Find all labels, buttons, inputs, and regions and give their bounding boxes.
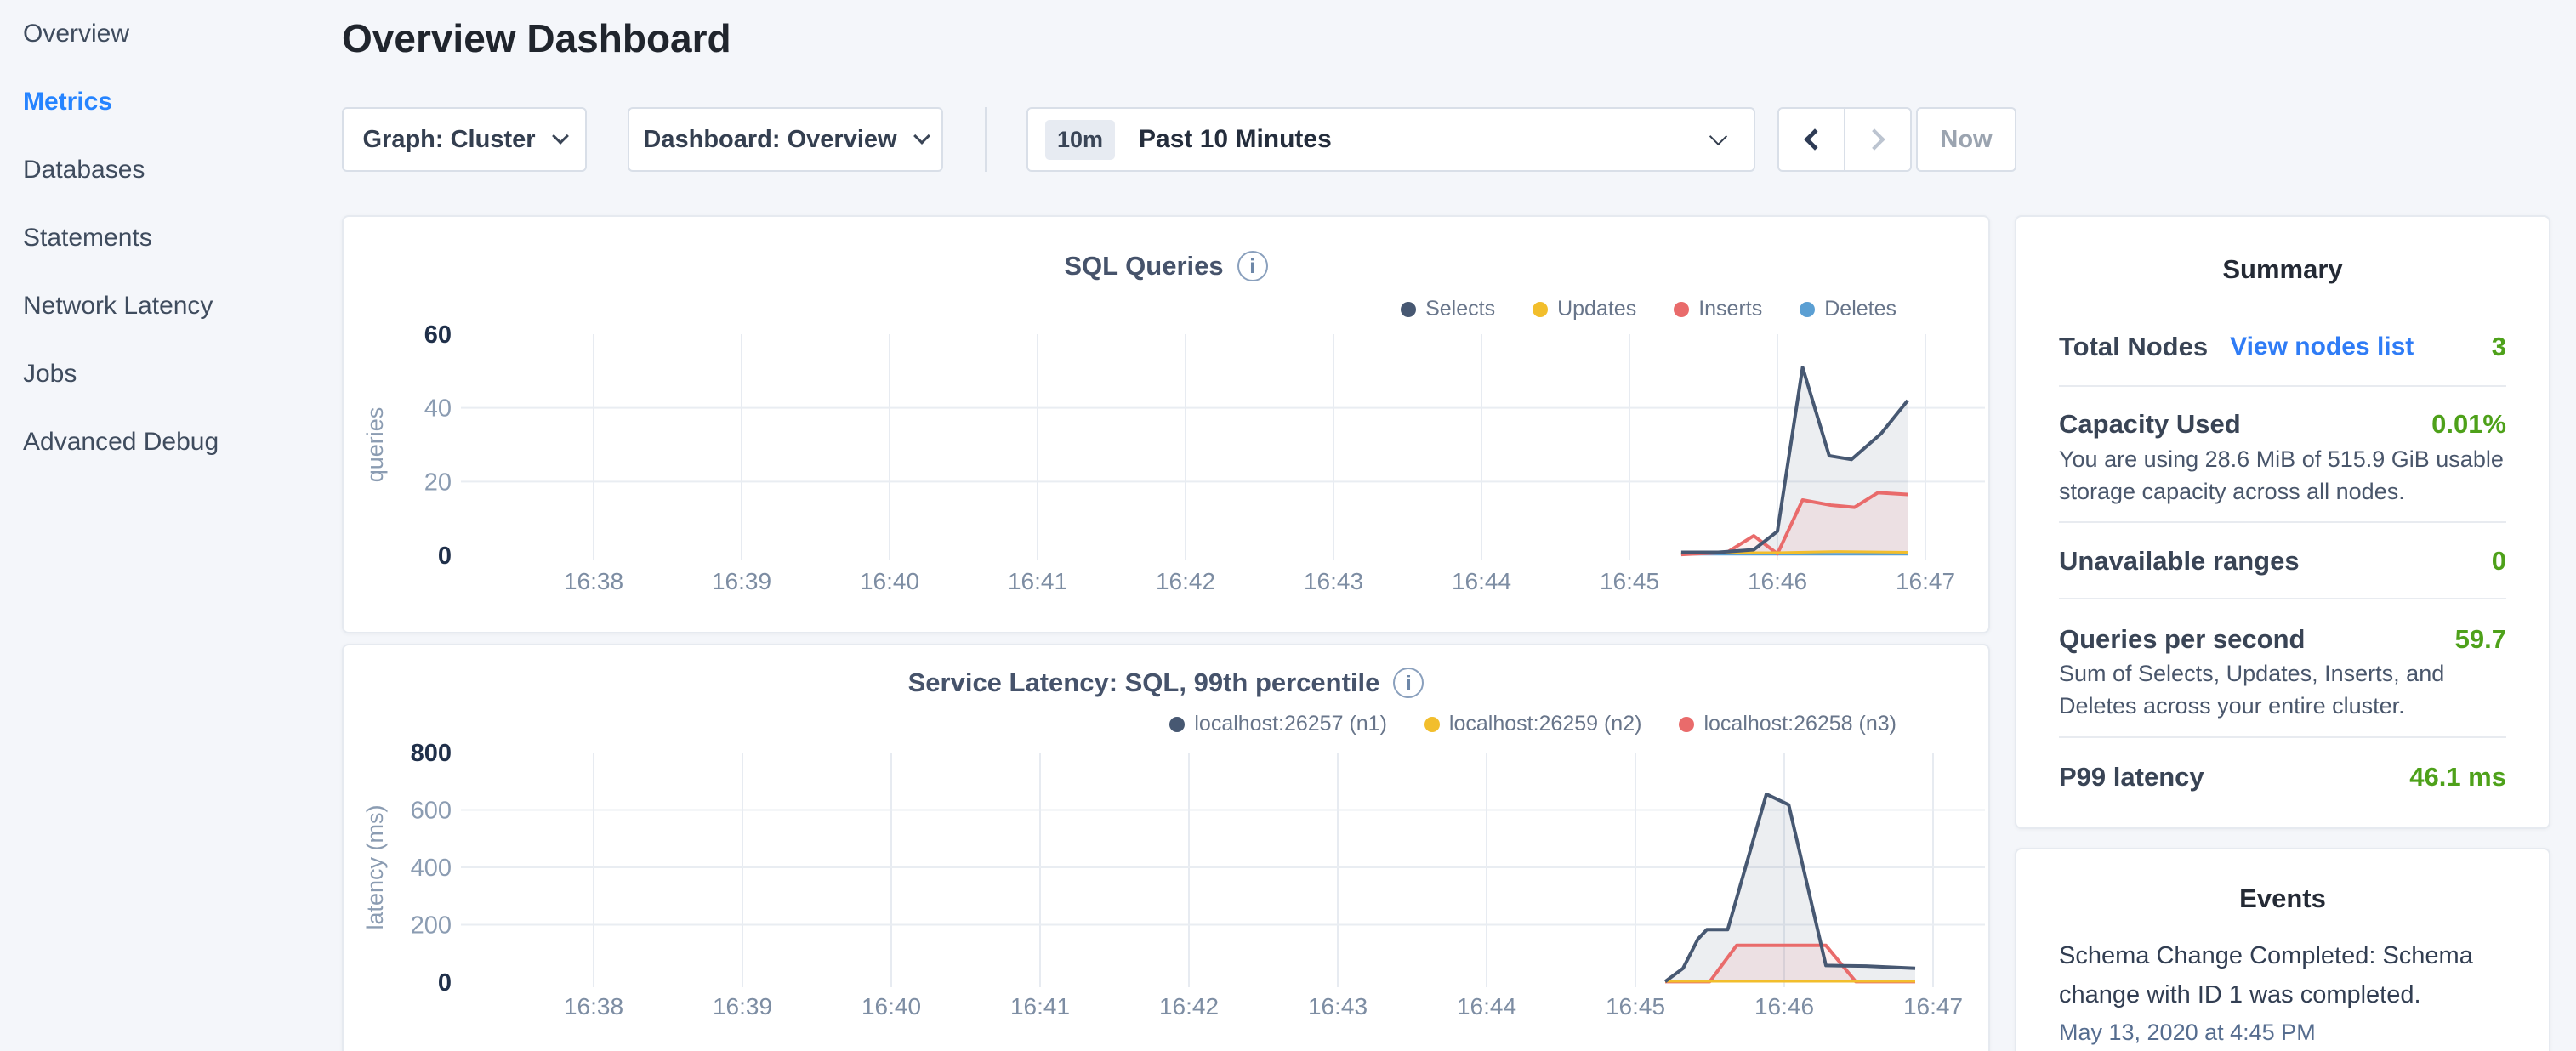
x-tick-label: 16:40 <box>862 993 921 1020</box>
x-tick-label: 16:44 <box>1452 568 1511 594</box>
service-latency-plot[interactable]: 16:38 16:39 16:40 16:41 16:42 16:43 16:44 16:45… <box>344 645 1992 1051</box>
unavailable-ranges-label: Unavailable ranges <box>2059 546 2300 577</box>
summary-row-unavailable-ranges: Unavailable ranges 0 <box>2059 542 2506 581</box>
sql-queries-chart-card: SQL Queries i Selects Updates Inserts De… <box>342 215 1990 633</box>
view-nodes-list-link[interactable]: View nodes list <box>2230 332 2414 361</box>
sidebar-item-overview[interactable]: Overview <box>0 0 340 68</box>
p99-latency-value: 46.1 ms <box>2409 762 2506 793</box>
dashboard-dropdown-label: Dashboard: Overview <box>643 126 896 154</box>
controls-bar: Graph: Cluster Dashboard: Overview 10m P… <box>342 107 2017 172</box>
capacity-used-value: 0.01% <box>2431 409 2506 440</box>
summary-divider <box>2059 521 2506 523</box>
chevron-right-icon <box>1863 128 1885 150</box>
service-latency-chart-card: Service Latency: SQL, 99th percentile i … <box>342 644 1990 1051</box>
page-title: Overview Dashboard <box>342 15 731 61</box>
sidebar-item-jobs[interactable]: Jobs <box>0 340 340 408</box>
summary-row-total-nodes: Total Nodes View nodes list 3 <box>2059 327 2506 366</box>
x-tick-label: 16:42 <box>1159 993 1219 1020</box>
qps-label: Queries per second <box>2059 624 2305 655</box>
event-message[interactable]: Schema Change Completed: Schema change w… <box>2059 936 2511 1014</box>
unavailable-ranges-value: 0 <box>2492 546 2506 577</box>
summary-divider <box>2059 598 2506 599</box>
sidebar-item-statements[interactable]: Statements <box>0 204 340 272</box>
total-nodes-label: Total Nodes <box>2059 332 2208 362</box>
x-tick-label: 16:40 <box>860 568 919 594</box>
dashboard-dropdown[interactable]: Dashboard: Overview <box>628 107 943 172</box>
sidebar-item-network-latency[interactable]: Network Latency <box>0 272 340 340</box>
x-tick-label: 16:45 <box>1600 568 1659 594</box>
time-step-buttons <box>1777 107 1912 172</box>
time-range-label: Past 10 Minutes <box>1139 125 1332 154</box>
x-tick-label: 16:47 <box>1903 993 1963 1020</box>
sql-queries-plot[interactable]: 16:38 16:39 16:40 16:41 16:42 16:43 16:44 16:45… <box>344 217 1992 633</box>
x-tick-label: 16:39 <box>713 993 772 1020</box>
x-tick-label: 16:39 <box>712 568 771 594</box>
x-tick-label: 16:38 <box>564 993 623 1020</box>
y-tick-label: 600 <box>411 798 452 825</box>
time-range-badge: 10m <box>1045 120 1115 160</box>
graph-scope-dropdown[interactable]: Graph: Cluster <box>342 107 587 172</box>
summary-row-capacity: Capacity Used 0.01% <box>2059 405 2506 444</box>
sidebar-item-metrics[interactable]: Metrics <box>0 68 340 136</box>
sidebar-item-advanced-debug[interactable]: Advanced Debug <box>0 408 340 476</box>
total-nodes-value: 3 <box>2492 332 2506 362</box>
y-tick-label: 60 <box>424 321 452 349</box>
time-step-back-button[interactable] <box>1779 109 1844 170</box>
x-tick-label: 16:47 <box>1896 568 1955 594</box>
x-tick-label: 16:38 <box>564 568 623 594</box>
summary-divider <box>2059 385 2506 387</box>
chevron-down-icon <box>1709 127 1727 145</box>
capacity-used-label: Capacity Used <box>2059 409 2241 440</box>
y-tick-label: 400 <box>411 855 452 882</box>
x-tick-label: 16:43 <box>1304 568 1363 594</box>
summary-row-p99: P99 latency 46.1 ms <box>2059 758 2506 797</box>
chevron-left-icon <box>1804 128 1825 150</box>
x-tick-label: 16:43 <box>1308 993 1368 1020</box>
sidebar-nav: Overview Metrics Databases Statements Ne… <box>0 0 340 1051</box>
p99-latency-label: P99 latency <box>2059 762 2204 793</box>
x-tick-label: 16:46 <box>1748 568 1807 594</box>
now-button[interactable]: Now <box>1916 107 2016 172</box>
time-step-forward-button[interactable] <box>1844 109 1910 170</box>
sidebar-item-databases[interactable]: Databases <box>0 136 340 204</box>
time-range-dropdown[interactable]: 10m Past 10 Minutes <box>1026 107 1755 172</box>
summary-panel: Summary Total Nodes View nodes list 3 Ca… <box>2015 215 2550 829</box>
summary-title: Summary <box>2016 254 2549 285</box>
capacity-used-description: You are using 28.6 MiB of 515.9 GiB usab… <box>2059 443 2510 508</box>
y-tick-label: 200 <box>411 912 452 940</box>
now-button-label: Now <box>1940 126 1992 154</box>
x-tick-label: 16:41 <box>1008 568 1067 594</box>
x-tick-label: 16:46 <box>1754 993 1814 1020</box>
y-tick-label: 800 <box>411 740 452 767</box>
event-timestamp: May 13, 2020 at 4:45 PM <box>2059 1020 2511 1046</box>
x-tick-label: 16:45 <box>1606 993 1665 1020</box>
graph-scope-dropdown-label: Graph: Cluster <box>362 126 535 154</box>
x-tick-label: 16:41 <box>1010 993 1070 1020</box>
y-tick-label: 0 <box>438 543 452 570</box>
events-title: Events <box>2016 883 2549 914</box>
chevron-down-icon <box>552 128 569 145</box>
qps-description: Sum of Selects, Updates, Inserts, and De… <box>2059 657 2510 722</box>
chevron-down-icon <box>913 128 930 145</box>
summary-divider <box>2059 736 2506 738</box>
y-axis-label: latency (ms) <box>362 804 388 929</box>
events-panel: Events Schema Change Completed: Schema c… <box>2015 848 2550 1051</box>
admin-ui-root: Overview Metrics Databases Statements Ne… <box>0 0 2576 1051</box>
x-tick-label: 16:44 <box>1457 993 1516 1020</box>
controls-divider <box>985 107 987 172</box>
y-axis-label: queries <box>362 407 388 483</box>
y-tick-label: 20 <box>424 469 452 496</box>
y-tick-label: 0 <box>438 969 452 997</box>
qps-value: 59.7 <box>2455 624 2506 655</box>
y-tick-label: 40 <box>424 395 452 423</box>
x-tick-label: 16:42 <box>1156 568 1215 594</box>
summary-row-qps: Queries per second 59.7 <box>2059 620 2506 659</box>
